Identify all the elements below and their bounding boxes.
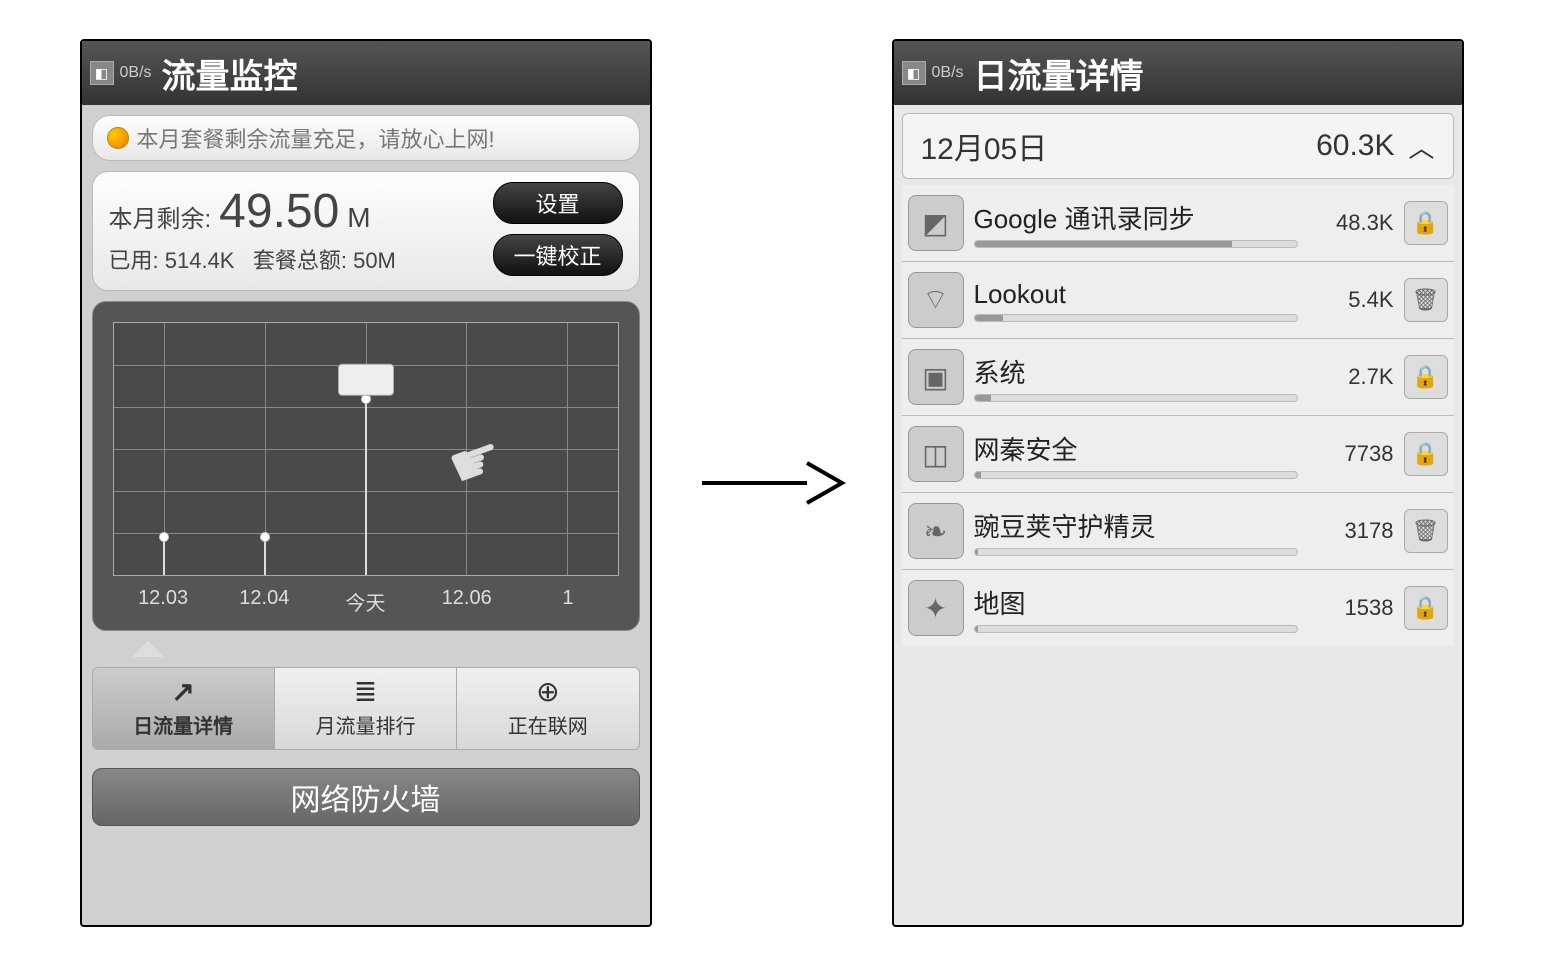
settings-button[interactable]: 设置 <box>493 182 623 224</box>
chart-tooltip <box>338 363 394 395</box>
status-bar: ◧ 0B/s 流量监控 <box>82 41 650 105</box>
chart-x-tick: 12.06 <box>416 587 517 616</box>
screen-traffic-monitor: ◧ 0B/s 流量监控 本月套餐剩余流量充足，请放心上网! 本月剩余: 49.5… <box>80 39 652 927</box>
app-usage-value: 2.7K <box>1308 364 1394 390</box>
app-usage-row[interactable]: ◩ Google 通讯录同步 48.3K 🔒 <box>902 185 1454 261</box>
app-usage-value: 48.3K <box>1308 210 1394 236</box>
app-icon: ✦ <box>908 580 964 636</box>
firewall-button[interactable]: 网络防火墙 <box>92 768 640 826</box>
quota-banner: 本月套餐剩余流量充足，请放心上网! <box>92 115 640 161</box>
tab-daily-label: 日流量详情 <box>133 710 233 739</box>
app-usage-bar <box>974 240 1298 248</box>
screen-daily-detail: ◧ 0B/s 日流量详情 12月05日 60.3K ︿ ◩ Google 通讯录同… <box>892 39 1464 927</box>
lock-icon[interactable]: 🔒 <box>1404 586 1448 630</box>
globe-icon <box>107 127 129 149</box>
app-usage-value: 5.4K <box>1308 287 1394 313</box>
lock-icon[interactable]: 🔒 <box>1404 201 1448 245</box>
app-name-label: 系统 <box>974 353 1298 390</box>
chart-data-point[interactable] <box>260 532 270 542</box>
chart-x-tick: 今天 <box>315 587 416 616</box>
bars-icon: ≣ <box>354 678 377 706</box>
chart-x-tick: 12.03 <box>113 587 214 616</box>
app-name-label: 豌豆荚守护精灵 <box>974 507 1298 544</box>
status-app-icon: ◧ <box>902 61 926 85</box>
date-label: 12月05日 <box>921 124 1048 168</box>
app-icon: ◩ <box>908 195 964 251</box>
lock-icon[interactable]: 🔒 <box>1404 432 1448 476</box>
app-usage-bar <box>974 314 1298 322</box>
tab-live-label: 正在联网 <box>508 710 588 739</box>
arrow-right-icon <box>697 453 847 513</box>
tab-daily-detail[interactable]: ↗ 日流量详情 <box>93 668 275 749</box>
page-title-b: 日流量详情 <box>974 49 1144 98</box>
used-label: 已用: <box>109 248 159 273</box>
trash-icon[interactable]: 🗑 <box>1404 278 1448 322</box>
daily-usage-chart[interactable]: ☛ 12.0312.04今天12.061 <box>92 301 640 631</box>
app-usage-value: 3178 <box>1308 518 1394 544</box>
app-usage-bar <box>974 625 1298 633</box>
date-total: 60.3K <box>1316 129 1394 163</box>
active-tab-pointer <box>92 641 640 657</box>
chevron-up-icon: ︿ <box>1408 128 1434 165</box>
app-usage-bar <box>974 394 1298 402</box>
chart-plot-area[interactable]: ☛ <box>113 322 619 576</box>
status-app-icon: ◧ <box>90 61 114 85</box>
status-bar-b: ◧ 0B/s 日流量详情 <box>894 41 1462 105</box>
remaining-label: 本月剩余: <box>109 199 212 234</box>
chart-x-axis: 12.0312.04今天12.061 <box>113 587 619 616</box>
tab-live-network[interactable]: ⊕ 正在联网 <box>457 668 638 749</box>
tab-monthly-label: 月流量排行 <box>315 710 415 739</box>
app-name-label: 地图 <box>974 584 1298 621</box>
trash-icon[interactable]: 🗑 <box>1404 509 1448 553</box>
app-usage-value: 7738 <box>1308 441 1394 467</box>
remaining-value: 49.50 <box>219 184 339 239</box>
flow-arrow <box>692 453 852 513</box>
chart-data-point[interactable] <box>159 532 169 542</box>
summary-card: 本月剩余: 49.50 M 已用: 514.4K 套餐总额: 50M 设置 一键… <box>92 171 640 291</box>
app-icon: ❧ <box>908 503 964 559</box>
chart-up-icon: ↗ <box>171 678 194 706</box>
screen-a-body: 本月套餐剩余流量充足，请放心上网! 本月剩余: 49.50 M 已用: 514.… <box>82 105 650 925</box>
app-name-label: 网秦安全 <box>974 430 1298 467</box>
app-usage-row[interactable]: ❧ 豌豆荚守护精灵 3178 🗑 <box>902 492 1454 569</box>
lock-icon[interactable]: 🔒 <box>1404 355 1448 399</box>
used-value: 514.4K <box>165 248 235 273</box>
app-icon: ⌔ <box>908 272 964 328</box>
app-icon: ▣ <box>908 349 964 405</box>
bottom-tab-bar: ↗ 日流量详情 ≣ 月流量排行 ⊕ 正在联网 <box>92 667 640 750</box>
app-icon: ◫ <box>908 426 964 482</box>
quota-banner-text: 本月套餐剩余流量充足，请放心上网! <box>137 122 495 154</box>
app-name-label: Google 通讯录同步 <box>974 199 1298 236</box>
date-header-row[interactable]: 12月05日 60.3K ︿ <box>902 113 1454 179</box>
chart-x-tick: 12.04 <box>214 587 315 616</box>
quota-value: 50M <box>353 248 396 273</box>
quota-label: 套餐总额: <box>253 248 347 273</box>
screen-b-body: 12月05日 60.3K ︿ ◩ Google 通讯录同步 48.3K 🔒 ⌔ Looko… <box>894 105 1462 925</box>
app-name-label: Lookout <box>974 279 1298 310</box>
app-usage-row[interactable]: ⌔ Lookout 5.4K 🗑 <box>902 261 1454 338</box>
remaining-unit: M <box>347 202 370 234</box>
app-usage-bar <box>974 471 1298 479</box>
app-usage-value: 1538 <box>1308 595 1394 621</box>
calibrate-button[interactable]: 一键校正 <box>493 234 623 276</box>
app-usage-row[interactable]: ▣ 系统 2.7K 🔒 <box>902 338 1454 415</box>
app-usage-list: ◩ Google 通讯录同步 48.3K 🔒 ⌔ Lookout 5.4K 🗑 ▣ 系统 2.7K 🔒… <box>902 185 1454 646</box>
page-title-a: 流量监控 <box>162 49 298 98</box>
app-usage-bar <box>974 548 1298 556</box>
app-usage-row[interactable]: ✦ 地图 1538 🔒 <box>902 569 1454 646</box>
globe-search-icon: ⊕ <box>536 678 559 706</box>
status-speed: 0B/s <box>120 64 152 82</box>
tab-monthly-rank[interactable]: ≣ 月流量排行 <box>275 668 457 749</box>
chart-x-tick: 1 <box>517 587 618 616</box>
app-usage-row[interactable]: ◫ 网秦安全 7738 🔒 <box>902 415 1454 492</box>
status-speed: 0B/s <box>932 64 964 82</box>
